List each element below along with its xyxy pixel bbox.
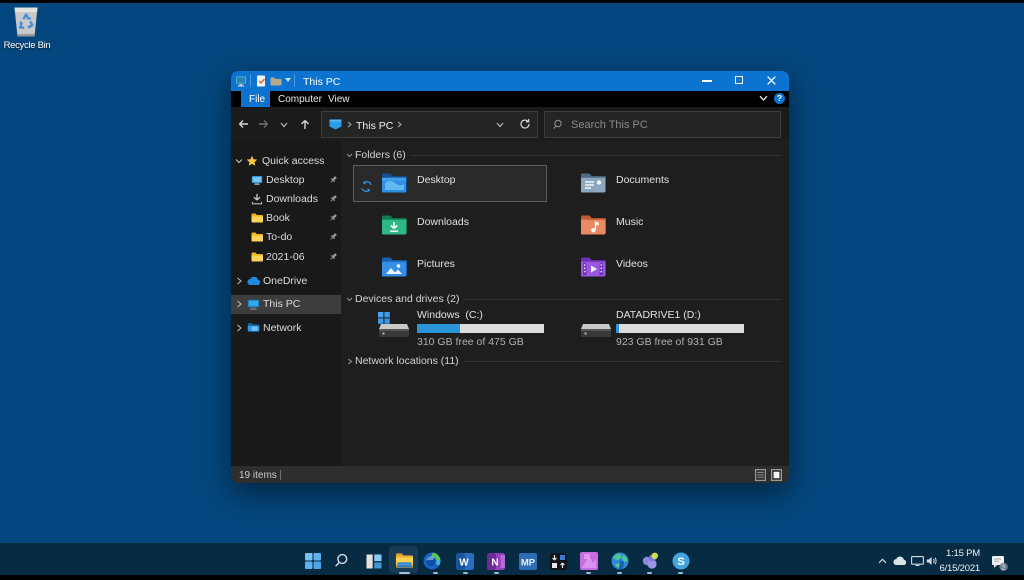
svg-text:N: N xyxy=(491,558,498,569)
svg-text:2: 2 xyxy=(1002,565,1006,572)
svg-text:W: W xyxy=(459,558,469,569)
svg-text:S: S xyxy=(677,556,684,568)
svg-text:MP: MP xyxy=(521,558,536,569)
